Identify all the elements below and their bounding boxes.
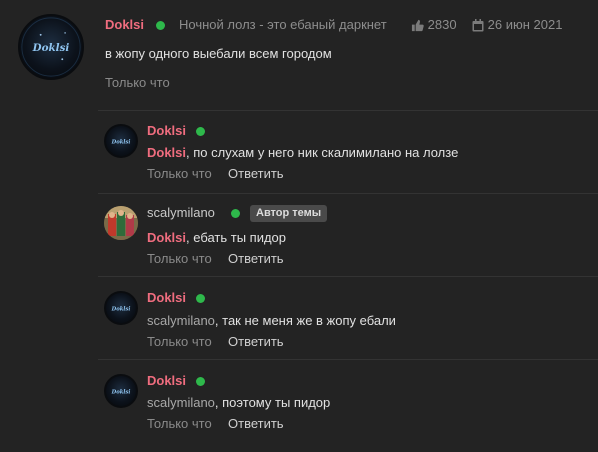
likes-count: 2830 [427,17,457,32]
comment-author[interactable]: scalymilano [147,205,215,220]
comment: scalymilano Автор темы Doklsi, ебать ты … [0,194,598,276]
avatar-logo-text: Doklsi [111,390,131,396]
avatar-logo-text: Doklsi [111,307,131,313]
avatar[interactable]: Doklsi [104,291,138,325]
comment-author[interactable]: Doklsi [147,290,186,305]
thread-title[interactable]: Ночной лолз - это ебаный даркнет [179,17,387,32]
avatar[interactable] [104,206,138,240]
online-indicator [196,377,205,386]
reply-button[interactable]: Ответить [228,334,284,349]
avatar-logo-text: Doklsi [32,42,70,54]
comment-body: , поэтому ты пидор [214,395,331,410]
avatar[interactable]: Doklsi [104,124,138,158]
comment: Doklsi Doklsi Doklsi, по слухам у него н… [0,111,598,193]
comment-time[interactable]: Только что [147,251,212,266]
online-indicator [196,294,205,303]
comment-author[interactable]: Doklsi [147,373,186,388]
calendar-icon [472,19,484,32]
post-text: в жопу одного выебали всем городом [105,46,332,61]
comment-body: , так не меня же в жопу ебали [214,313,396,328]
comment-time[interactable]: Только что [147,334,212,349]
post-time[interactable]: Только что [105,75,170,90]
thread-author-badge: Автор темы [250,205,328,222]
online-indicator [196,127,205,136]
comment-author[interactable]: Doklsi [147,123,186,138]
reply-button[interactable]: Ответить [228,416,284,431]
post-date: 26 июн 2021 [472,17,562,32]
date-text: 26 июн 2021 [487,17,563,32]
comment-text: scalymilano, поэтому ты пидор [147,395,330,410]
likes-counter: 2830 [411,17,457,32]
reply-button[interactable]: Ответить [228,251,284,266]
comment-text: Doklsi, ебать ты пидор [147,230,286,245]
comment: Doklsi Doklsi scalymilano, поэтому ты пи… [0,360,598,452]
thumbs-up-icon [411,19,424,32]
online-indicator [156,21,165,30]
avatar[interactable]: Doklsi [18,14,84,80]
mention-link[interactable]: Doklsi [147,145,186,160]
online-indicator [231,209,240,218]
comment-time[interactable]: Только что [147,416,212,431]
mention-link[interactable]: Doklsi [147,230,186,245]
avatar-logo-text: Doklsi [111,140,131,146]
comment-time[interactable]: Только что [147,166,212,181]
comment-body: , по слухам у него ник скалимилано на ло… [186,145,459,160]
mention-link[interactable]: scalymilano [147,395,215,410]
post-author[interactable]: Doklsi [105,17,144,32]
main-post: Doklsi Doklsi Ночной лолз - это ебаный д… [0,0,598,110]
reply-button[interactable]: Ответить [228,166,284,181]
comment-body: , ебать ты пидор [186,230,287,245]
avatar[interactable]: Doklsi [104,374,138,408]
comment: Doklsi Doklsi scalymilano, так не меня ж… [0,277,598,359]
comment-text: Doklsi, по слухам у него ник скалимилано… [147,145,458,160]
comment-text: scalymilano, так не меня же в жопу ебали [147,313,396,328]
mention-link[interactable]: scalymilano [147,313,215,328]
